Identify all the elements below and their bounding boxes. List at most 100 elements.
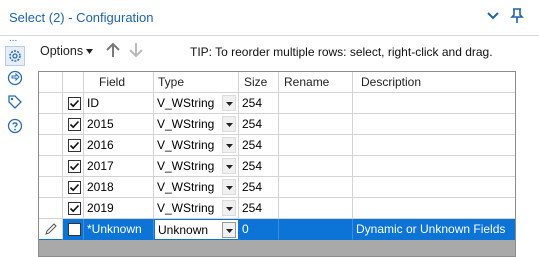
table-row[interactable]: 2017 V_WString 254 — [39, 156, 515, 177]
field-name-cell[interactable]: 2019 — [84, 198, 154, 219]
include-checkbox[interactable] — [68, 97, 81, 110]
caret-down-icon — [226, 123, 233, 127]
include-checkbox[interactable] — [68, 202, 81, 215]
chevron-down-icon[interactable] — [486, 9, 500, 23]
include-checkbox[interactable] — [68, 223, 81, 236]
description-cell[interactable] — [353, 198, 515, 219]
column-header-size[interactable]: Size — [239, 72, 279, 93]
table-row[interactable]: 2015 V_WString 254 — [39, 114, 515, 135]
check-icon — [69, 99, 80, 108]
table-row[interactable]: 2016 V_WString 254 — [39, 135, 515, 156]
settings-icon[interactable] — [5, 46, 25, 66]
row-indicator[interactable] — [39, 177, 63, 198]
check-icon — [69, 183, 80, 192]
table-row[interactable]: ID V_WString 254 — [39, 93, 515, 114]
pin-icon[interactable] — [510, 8, 524, 24]
row-checkbox-cell[interactable] — [63, 156, 84, 177]
size-cell[interactable]: 0 — [239, 219, 279, 240]
row-indicator[interactable] — [39, 114, 63, 135]
dropdown-button[interactable] — [222, 222, 236, 238]
caret-down-icon — [226, 144, 233, 148]
row-checkbox-cell[interactable] — [63, 177, 84, 198]
rename-cell[interactable] — [279, 177, 353, 198]
type-dropdown[interactable]: V_WString — [154, 135, 239, 156]
dropdown-button[interactable] — [222, 200, 236, 216]
row-checkbox-cell[interactable] — [63, 114, 84, 135]
field-grid[interactable]: Field Type Size Rename Description ID V_W… — [38, 71, 516, 257]
dropdown-button[interactable] — [222, 116, 236, 132]
tip-text: TIP: To reorder multiple rows: select, r… — [190, 45, 493, 59]
row-checkbox-cell[interactable] — [63, 135, 84, 156]
type-dropdown[interactable]: V_WString — [154, 198, 239, 219]
type-value: Unknown — [158, 223, 209, 237]
row-checkbox-cell[interactable] — [63, 198, 84, 219]
description-cell[interactable]: Dynamic or Unknown Fields — [353, 219, 515, 240]
rename-cell[interactable] — [279, 156, 353, 177]
header-check-cell — [63, 72, 84, 93]
table-row[interactable]: *Unknown Unknown 0 Dynamic or Unknown Field… — [39, 219, 515, 240]
options-menu-button[interactable]: Options — [40, 44, 83, 58]
description-cell[interactable] — [353, 156, 515, 177]
pencil-icon — [45, 223, 57, 235]
size-cell[interactable]: 254 — [239, 198, 279, 219]
row-checkbox-cell[interactable] — [63, 93, 84, 114]
row-indicator[interactable] — [39, 135, 63, 156]
dropdown-button[interactable] — [222, 95, 236, 111]
tag-icon[interactable] — [7, 94, 23, 110]
include-checkbox[interactable] — [68, 160, 81, 173]
table-row[interactable]: 2018 V_WString 254 — [39, 177, 515, 198]
field-name-cell[interactable]: 2016 — [84, 135, 154, 156]
row-indicator[interactable] — [39, 156, 63, 177]
table-row[interactable]: 2019 V_WString 254 — [39, 198, 515, 219]
description-cell[interactable] — [353, 93, 515, 114]
size-cell[interactable]: 254 — [239, 135, 279, 156]
help-icon[interactable] — [7, 118, 23, 134]
type-value: V_WString — [157, 117, 215, 131]
description-cell[interactable] — [353, 135, 515, 156]
rename-cell[interactable] — [279, 114, 353, 135]
field-name-cell[interactable]: 2018 — [84, 177, 154, 198]
column-header-type[interactable]: Type — [154, 72, 239, 93]
row-checkbox-cell[interactable] — [63, 219, 84, 240]
type-dropdown[interactable]: V_WString — [154, 156, 239, 177]
check-icon — [69, 162, 80, 171]
size-cell[interactable]: 254 — [239, 114, 279, 135]
description-cell[interactable] — [353, 177, 515, 198]
size-cell[interactable]: 254 — [239, 156, 279, 177]
type-dropdown[interactable]: Unknown — [154, 219, 239, 240]
move-up-icon[interactable] — [105, 42, 121, 58]
row-indicator[interactable] — [39, 219, 63, 240]
caret-down-icon[interactable] — [86, 49, 93, 54]
rename-cell[interactable] — [279, 93, 353, 114]
field-name-cell[interactable]: ID — [84, 93, 154, 114]
include-checkbox[interactable] — [68, 181, 81, 194]
move-down-icon[interactable] — [128, 42, 144, 58]
type-dropdown[interactable]: V_WString — [154, 177, 239, 198]
check-icon — [69, 141, 80, 150]
size-cell[interactable]: 254 — [239, 93, 279, 114]
row-indicator[interactable] — [39, 198, 63, 219]
type-dropdown[interactable]: V_WString — [154, 93, 239, 114]
dropdown-button[interactable] — [222, 179, 236, 195]
type-dropdown[interactable]: V_WString — [154, 114, 239, 135]
dropdown-button[interactable] — [222, 158, 236, 174]
rename-cell[interactable] — [279, 135, 353, 156]
include-checkbox[interactable] — [68, 139, 81, 152]
column-header-rename[interactable]: Rename — [279, 72, 353, 93]
overflow-dots[interactable]: ... — [9, 34, 23, 44]
type-value: V_WString — [157, 180, 215, 194]
size-cell[interactable]: 254 — [239, 177, 279, 198]
rename-cell[interactable] — [279, 198, 353, 219]
include-checkbox[interactable] — [68, 118, 81, 131]
caret-down-icon — [226, 229, 233, 233]
row-indicator[interactable] — [39, 93, 63, 114]
dropdown-button[interactable] — [222, 137, 236, 153]
rename-cell[interactable] — [279, 219, 353, 240]
field-name-cell[interactable]: 2015 — [84, 114, 154, 135]
column-header-description[interactable]: Description — [353, 72, 515, 93]
description-cell[interactable] — [353, 114, 515, 135]
field-name-cell[interactable]: 2017 — [84, 156, 154, 177]
navigate-icon[interactable] — [7, 70, 23, 86]
field-name-cell[interactable]: *Unknown — [84, 219, 154, 240]
column-header-field[interactable]: Field — [84, 72, 154, 93]
